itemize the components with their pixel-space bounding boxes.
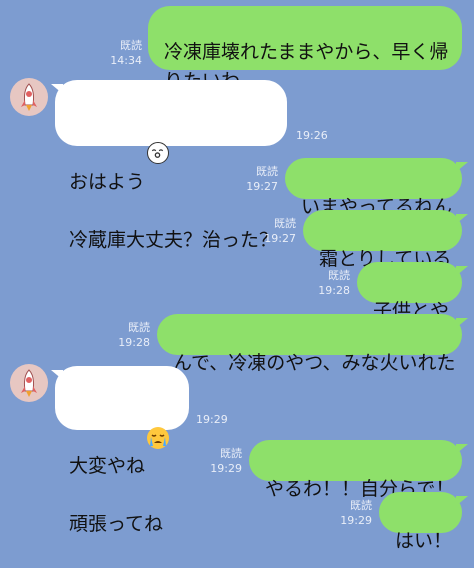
read-label: 既読 (328, 269, 350, 282)
read-receipt: 既読 19:28 (302, 268, 350, 298)
read-receipt: 既読 19:27 (230, 164, 278, 194)
sent-message-bubble[interactable]: 子供とや (357, 262, 462, 322)
message-text: 大変やね (69, 455, 146, 477)
timestamp: 19:27 (264, 232, 296, 245)
bubble-tail (456, 496, 468, 506)
message-text: んで、冷凍のやつ、みな火いれた (173, 352, 456, 374)
timestamp: 19:26 (296, 128, 328, 143)
read-label: 既読 (350, 499, 372, 512)
timestamp-text: 19:26 (296, 129, 328, 142)
bubble-tail (456, 266, 468, 276)
message-text: 頑張ってね (69, 513, 164, 535)
bubble-tail (456, 214, 468, 224)
read-receipt: 既読 19:29 (194, 446, 242, 476)
timestamp: 14:34 (110, 54, 142, 67)
timestamp: 19:27 (246, 180, 278, 193)
read-receipt: 既読 19:28 (102, 320, 150, 350)
rocket-icon (21, 369, 37, 397)
timestamp: 19:28 (118, 336, 150, 349)
timestamp: 19:29 (210, 462, 242, 475)
message-line: 大変やね (69, 398, 189, 481)
message-text: はい！ (395, 530, 453, 552)
read-label: 既読 (274, 217, 296, 230)
timestamp-text: 19:29 (196, 413, 228, 426)
contact-avatar[interactable] (10, 364, 48, 402)
bubble-tail (456, 444, 468, 454)
read-label: 既読 (220, 447, 242, 460)
received-message-bubble[interactable]: おはよう 冷蔵庫大丈夫？治った？ (55, 80, 287, 251)
sent-message-bubble[interactable]: はい！ (379, 492, 462, 552)
sent-message-bubble[interactable]: やるわ！！自分らで！ (249, 440, 462, 500)
read-receipt: 既読 19:29 (324, 498, 372, 528)
read-label: 既読 (120, 39, 142, 52)
sent-message-bubble[interactable]: 冷凍庫壊れたままやから、早く帰 りたいわ、、。 (148, 6, 462, 92)
sent-message-bubble[interactable]: いまやってるねん (285, 158, 462, 218)
sent-message-bubble[interactable]: んで、冷凍のやつ、みな火いれた (157, 314, 462, 374)
timestamp: 19:29 (196, 412, 228, 427)
read-receipt: 既読 14:34 (96, 38, 142, 68)
timestamp: 19:29 (340, 514, 372, 527)
crying-face-icon (147, 427, 170, 449)
bubble-tail (456, 318, 468, 328)
sent-message-bubble[interactable]: 霜とりしている (303, 210, 462, 270)
contact-avatar[interactable] (10, 78, 48, 116)
rocket-icon (21, 83, 37, 111)
message-text: おはよう (69, 171, 146, 193)
timestamp: 19:28 (318, 284, 350, 297)
read-receipt: 既読 19:27 (248, 216, 296, 246)
read-label: 既読 (128, 321, 150, 334)
read-label: 既読 (256, 165, 278, 178)
received-message-bubble[interactable]: 大変やね 頑張ってね (55, 366, 189, 535)
sleepy-face-icon (147, 142, 170, 164)
bubble-tail (456, 162, 468, 172)
